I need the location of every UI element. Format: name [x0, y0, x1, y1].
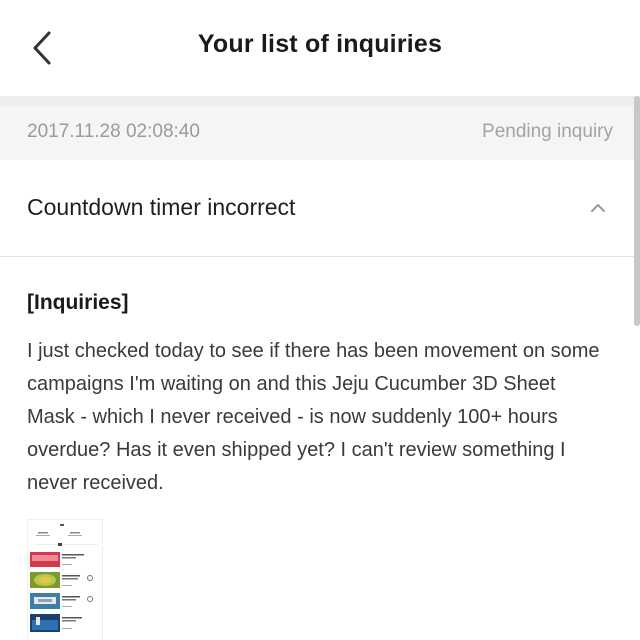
inquiry-message: I just checked today to see if there has… [27, 340, 600, 494]
collapse-toggle[interactable] [588, 198, 608, 218]
inquiry-subject: Countdown timer incorrect [27, 194, 296, 220]
top-navigation-bar: Your list of inquiries [0, 0, 640, 96]
scrollbar-thumb[interactable] [634, 96, 640, 326]
inquiry-date: 2017.11.28 02:08:40 [27, 121, 200, 142]
inquiry-section-label: [Inquiries] [27, 291, 129, 314]
chevron-up-icon [591, 204, 605, 212]
inquiries-screen: Your list of inquiries 2017.11.28 02:08:… [0, 0, 640, 640]
inquiry-meta-row: 2017.11.28 02:08:40 Pending inquiry [0, 106, 640, 160]
inquiry-header[interactable]: Countdown timer incorrect [0, 160, 640, 257]
scrollbar[interactable] [634, 96, 640, 640]
page-title: Your list of inquiries [197, 30, 443, 58]
inquiry-body: [Inquiries] I just checked today to see … [0, 257, 640, 640]
inquiry-status: Pending inquiry [482, 121, 613, 142]
section-separator [0, 96, 640, 106]
screenshot-thumbnail [28, 520, 102, 640]
attachment-thumbnail[interactable] [27, 519, 103, 640]
